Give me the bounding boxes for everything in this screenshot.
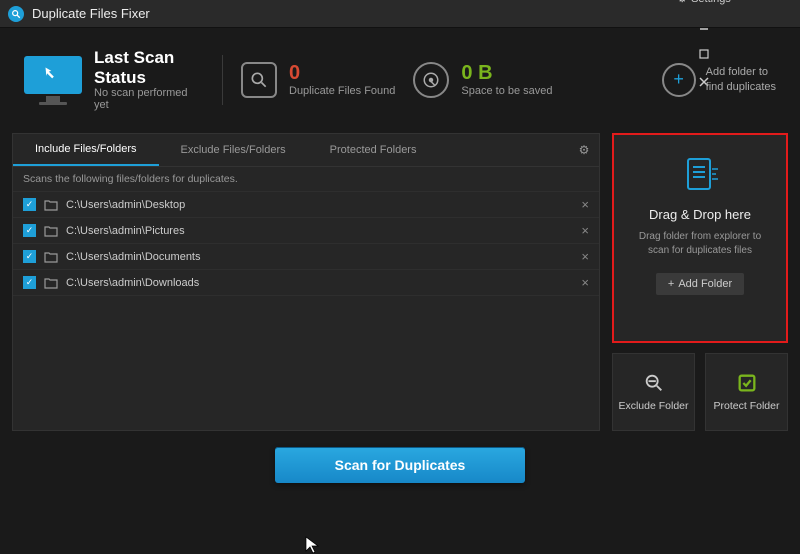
checkbox[interactable]: ✓ (23, 224, 36, 237)
folder-path: C:\Users\admin\Pictures (66, 225, 573, 237)
drop-sub: Drag folder from explorer to scan for du… (624, 230, 776, 257)
space-label: Space to be saved (461, 85, 552, 97)
checkbox[interactable]: ✓ (23, 198, 36, 211)
last-scan-sub: No scan performed yet (94, 87, 204, 111)
checkbox[interactable]: ✓ (23, 250, 36, 263)
folder-path: C:\Users\admin\Downloads (66, 277, 573, 289)
checkbox[interactable]: ✓ (23, 276, 36, 289)
table-row[interactable]: ✓ C:\Users\admin\Pictures × (13, 218, 599, 244)
space-count: 0 B (461, 62, 552, 85)
folder-icon (44, 225, 58, 237)
tab-protected[interactable]: Protected Folders (308, 135, 439, 165)
tabs: Include Files/Folders Exclude Files/Fold… (13, 134, 599, 167)
scan-button[interactable]: Scan for Duplicates (275, 447, 526, 483)
app-logo-icon (8, 6, 24, 22)
tab-include[interactable]: Include Files/Folders (13, 134, 159, 166)
main-area: Include Files/Folders Exclude Files/Fold… (0, 133, 800, 431)
folder-rows: ✓ C:\Users\admin\Desktop × ✓ C:\Users\admin\… (13, 192, 599, 430)
folder-path: C:\Users\admin\Documents (66, 251, 573, 263)
drop-title: Drag & Drop here (649, 207, 751, 222)
add-folder-line1: Add folder to (706, 65, 776, 79)
cursor-icon (305, 536, 319, 554)
settings-label: Settings (691, 0, 731, 5)
separator (222, 55, 223, 105)
table-row[interactable]: ✓ C:\Users\admin\Downloads × (13, 270, 599, 296)
exclude-folder-label: Exclude Folder (618, 400, 688, 412)
settings-button[interactable]: ⚙ Settings (677, 0, 731, 5)
list-hint: Scans the following files/folders for du… (13, 167, 599, 192)
duplicates-label: Duplicate Files Found (289, 85, 395, 97)
drag-drop-zone[interactable]: Drag & Drop here Drag folder from explor… (612, 133, 788, 343)
space-saved-block: 0 B Space to be saved (413, 62, 552, 98)
folder-list-panel: Include Files/Folders Exclude Files/Fold… (12, 133, 600, 431)
remove-row-button[interactable]: × (581, 223, 589, 238)
exclude-folder-button[interactable]: Exclude Folder (612, 353, 695, 431)
add-folder-button-label: Add Folder (678, 278, 732, 290)
gear-icon: ⚙ (677, 0, 687, 5)
protect-icon (736, 372, 758, 394)
plus-icon: + (668, 278, 674, 290)
magnifier-icon (241, 62, 277, 98)
table-row[interactable]: ✓ C:\Users\admin\Documents × (13, 244, 599, 270)
duplicates-count: 0 (289, 62, 395, 85)
last-scan-title: Last ScanStatus (94, 48, 204, 87)
duplicates-found-block: 0 Duplicate Files Found (241, 62, 395, 98)
protect-folder-label: Protect Folder (714, 400, 780, 412)
minimize-button[interactable] (697, 19, 711, 33)
tab-exclude[interactable]: Exclude Files/Folders (159, 135, 308, 165)
titlebar: Duplicate Files Fixer 🇺🇸 ▾ ▦ Action Cent… (0, 0, 800, 28)
remove-row-button[interactable]: × (581, 275, 589, 290)
folder-icon (44, 251, 58, 263)
tab-settings-button[interactable]: ⚙ (569, 143, 599, 157)
protect-folder-button[interactable]: Protect Folder (705, 353, 788, 431)
add-folder-line2: find duplicates (706, 80, 776, 94)
table-row[interactable]: ✓ C:\Users\admin\Desktop × (13, 192, 599, 218)
last-scan-block: Last ScanStatus No scan performed yet (24, 48, 204, 111)
footer: Scan for Duplicates (0, 431, 800, 493)
folder-path: C:\Users\admin\Desktop (66, 199, 573, 211)
exclude-icon (643, 372, 665, 394)
remove-row-button[interactable]: × (581, 197, 589, 212)
app-title: Duplicate Files Fixer (32, 6, 616, 21)
maximize-button[interactable] (697, 47, 711, 61)
folder-icon (44, 199, 58, 211)
right-panel: Drag & Drop here Drag folder from explor… (612, 133, 788, 431)
monitor-icon (24, 56, 82, 104)
remove-row-button[interactable]: × (581, 249, 589, 264)
disk-icon (413, 62, 449, 98)
folder-icon (44, 277, 58, 289)
add-folder-link[interactable]: + Add folder to find duplicates (662, 63, 776, 97)
add-folder-button[interactable]: + Add Folder (656, 273, 744, 295)
plus-icon: + (662, 63, 696, 97)
document-icon (680, 155, 720, 199)
